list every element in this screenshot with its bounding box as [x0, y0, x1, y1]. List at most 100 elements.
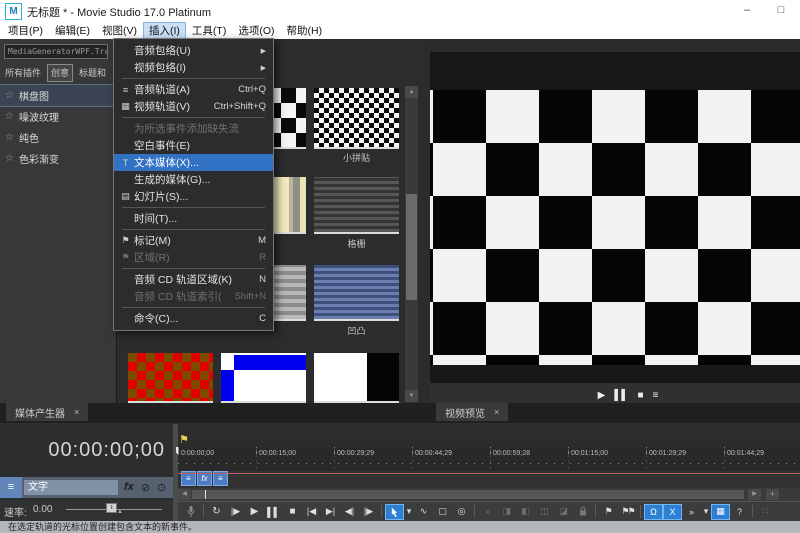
preset-thumb-blue-cross[interactable]: [221, 353, 306, 403]
preview-pause-icon[interactable]: ▌▌: [614, 390, 628, 401]
zoom-edit-tool-button[interactable]: ◎: [452, 504, 471, 520]
menu-item-command[interactable]: 命令(C)... C: [114, 310, 273, 327]
scroll-up-icon[interactable]: ▲: [405, 86, 418, 98]
auto-crossfade-button[interactable]: X: [663, 504, 682, 520]
normal-edit-tool-button[interactable]: [385, 504, 404, 520]
track-solo-icon[interactable]: ⊙: [157, 481, 166, 494]
tab-all-plugins[interactable]: 所有插件: [2, 64, 44, 82]
enable-snapping-button[interactable]: Ω: [644, 504, 663, 520]
generator-item-checkerboard[interactable]: ☆ 棋盘图: [0, 85, 116, 106]
menu-item-cd-region[interactable]: 音频 CD 轨道区域(K) N: [114, 271, 273, 288]
marker-icon: ⚑: [117, 235, 134, 246]
scrollbar-thumb[interactable]: [406, 194, 417, 300]
menu-item-empty-event[interactable]: 空白事件(E): [114, 137, 273, 154]
preview-play-icon[interactable]: ▶: [598, 390, 606, 401]
track-menu-button[interactable]: ≡: [0, 477, 22, 498]
track-mute-icon[interactable]: ⊘: [141, 481, 150, 494]
generator-item-color-gradient[interactable]: ☆ 色彩渐变: [0, 148, 116, 169]
menu-options[interactable]: 选项(O): [232, 22, 280, 39]
star-icon[interactable]: ☆: [5, 132, 14, 143]
track-fx-icon[interactable]: fx: [124, 481, 134, 493]
selection-tool-button[interactable]: ▢: [433, 504, 452, 520]
menu-tools[interactable]: 工具(T): [186, 22, 232, 39]
go-to-start-button[interactable]: |◀: [302, 504, 321, 520]
timeline-hscrollbar[interactable]: ◀ ▶ +: [178, 488, 800, 501]
menu-item-video-envelope[interactable]: 视频包络(I) ▶: [114, 59, 273, 76]
lock-envelopes-button[interactable]: ▦: [711, 504, 730, 520]
title-bar: M 无标题 * - Movie Studio 17.0 Platinum – □: [0, 0, 800, 22]
timeline-left-panel: 00:00:00;00 ≡ 文字 fx ⊘ ⊙ 速率: 0.00 ‖ ▲: [0, 424, 173, 521]
menu-item-slideshow[interactable]: ▤ 幻灯片(S)...: [114, 188, 273, 205]
menu-item-audio-track[interactable]: ≡ 音频轨道(A) Ctrl+Q: [114, 81, 273, 98]
scroll-left-icon[interactable]: ◀: [178, 489, 191, 500]
next-frame-button[interactable]: |▶: [359, 504, 378, 520]
ruler-label: 00:00:15;00: [259, 450, 296, 457]
menu-edit[interactable]: 编辑(E): [49, 22, 96, 39]
zoom-in-button[interactable]: +: [766, 489, 779, 500]
ripple-dropdown[interactable]: ▾: [701, 504, 711, 520]
tab-titles[interactable]: 标题和: [76, 64, 109, 82]
preset-label-grate: 格栅: [314, 237, 399, 250]
preview-playlist-icon[interactable]: ≡: [653, 390, 659, 401]
scroll-right-icon[interactable]: ▶: [748, 489, 761, 500]
track-header[interactable]: ≡ 文字 fx ⊘ ⊙: [0, 477, 173, 498]
menu-item-video-track[interactable]: ▦ 视频轨道(V) Ctrl+Shift+Q: [114, 98, 273, 115]
timeline-marker-flag-icon[interactable]: ⚑: [179, 433, 189, 446]
star-icon[interactable]: ☆: [5, 111, 14, 122]
generator-item-noise-texture[interactable]: ☆ 噪波纹理: [0, 106, 116, 127]
menu-help[interactable]: 帮助(H): [281, 22, 329, 39]
envelope-tool-button[interactable]: ∿: [414, 504, 433, 520]
search-input[interactable]: [4, 44, 108, 59]
ruler-label: 00:00:44;29: [415, 450, 452, 457]
time-ruler[interactable]: 0:00:00;00 00:00:15;00 00:00:29;29 00:00…: [178, 447, 800, 472]
generator-item-solid-color[interactable]: ☆ 纯色: [0, 127, 116, 148]
preset-thumb-bump[interactable]: [314, 265, 399, 321]
star-icon[interactable]: ☆: [5, 153, 14, 164]
tab-video-preview[interactable]: 视频预览 ×: [436, 403, 508, 421]
menu-view[interactable]: 视图(V): [96, 22, 143, 39]
thumbnail-scrollbar[interactable]: ▲ ▼: [405, 86, 418, 402]
insert-marker-button[interactable]: ⚑: [599, 504, 618, 520]
submenu-arrow-icon: ▶: [261, 47, 266, 55]
menu-item-audio-envelope[interactable]: 音频包络(U) ▶: [114, 42, 273, 59]
preview-stop-icon[interactable]: ■: [637, 390, 643, 401]
star-icon[interactable]: ☆: [5, 90, 14, 101]
scroll-down-icon[interactable]: ▼: [405, 390, 418, 402]
hscrollbar-thumb[interactable]: [192, 490, 744, 499]
close-icon[interactable]: ×: [494, 407, 499, 417]
pause-button[interactable]: ▌▌: [264, 504, 283, 520]
auto-ripple-button[interactable]: »: [682, 504, 701, 520]
menu-project[interactable]: 项目(P): [2, 22, 49, 39]
maximize-button[interactable]: □: [766, 0, 796, 22]
split-button: ◫: [535, 504, 554, 520]
tab-creative[interactable]: 创意: [47, 64, 73, 82]
edit-tool-dropdown[interactable]: ▾: [404, 504, 414, 520]
stop-button[interactable]: ■: [283, 504, 302, 520]
loop-playback-button[interactable]: ↻: [207, 504, 226, 520]
menu-item-marker[interactable]: ⚑ 标记(M) M: [114, 232, 273, 249]
rate-slider-handle[interactable]: ‖: [106, 503, 117, 513]
play-button[interactable]: ▶: [245, 504, 264, 520]
close-icon[interactable]: ×: [74, 407, 79, 417]
menu-item-generated-media[interactable]: 生成的媒体(G)...: [114, 171, 273, 188]
insert-region-button[interactable]: ⚑⚑: [618, 504, 637, 520]
menu-item-time[interactable]: 时间(T)...: [114, 210, 273, 227]
preset-thumb-red-checker[interactable]: [128, 353, 213, 403]
play-from-start-button[interactable]: |▶: [226, 504, 245, 520]
go-to-end-button[interactable]: ▶|: [321, 504, 340, 520]
preset-thumb-small-mosaic[interactable]: [314, 88, 399, 149]
tab-media-generator[interactable]: 媒体产生器 ×: [6, 403, 88, 421]
preset-thumb-white-black[interactable]: [314, 353, 399, 403]
marker-bar[interactable]: ⚑: [178, 424, 800, 448]
menu-item-text-media[interactable]: T 文本媒体(X)...: [114, 154, 273, 171]
minimize-button[interactable]: –: [732, 0, 762, 22]
whats-this-help-button[interactable]: ?: [730, 504, 749, 520]
ruler-dots: [178, 463, 800, 464]
ruler-label: 00:01:15;00: [571, 450, 608, 457]
track-name-field[interactable]: 文字: [24, 480, 118, 495]
menu-insert[interactable]: 插入(I): [143, 22, 186, 39]
preset-thumb-grate[interactable]: [314, 177, 399, 234]
edit-cursor-grip: [205, 490, 206, 499]
previous-frame-button[interactable]: ◀|: [340, 504, 359, 520]
time-display[interactable]: 00:00:00;00: [0, 424, 165, 474]
